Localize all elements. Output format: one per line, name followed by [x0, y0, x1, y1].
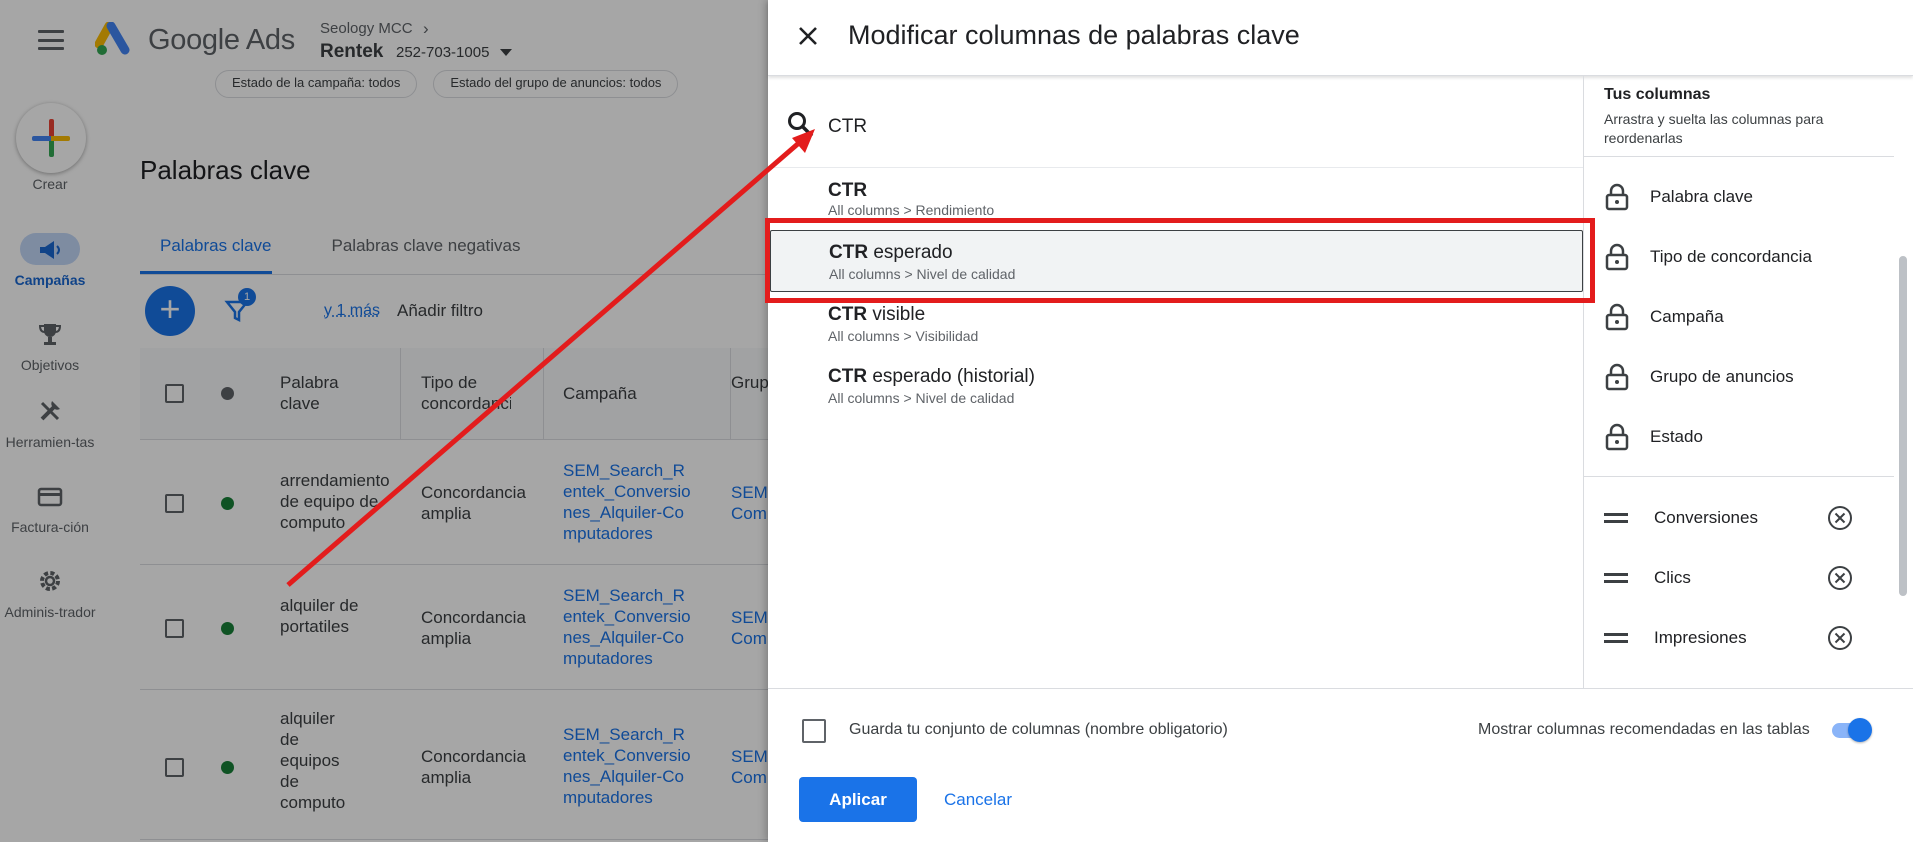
column-search: [768, 80, 1583, 168]
drag-handle-icon[interactable]: [1604, 513, 1628, 523]
remove-circle-icon[interactable]: [1827, 565, 1853, 591]
recommended-columns-label: Mostrar columnas recomendadas en las tab…: [1478, 721, 1810, 738]
cancel-button[interactable]: Cancelar: [932, 777, 1024, 822]
movable-column-item[interactable]: Impresiones: [1584, 608, 1894, 668]
modify-columns-dialog: Modificar columnas de palabras clave CTR…: [768, 0, 1913, 842]
movable-column-item[interactable]: Clics: [1584, 548, 1894, 608]
locked-column-item: Campaña: [1584, 287, 1894, 347]
modal-scrim[interactable]: [0, 0, 768, 842]
dialog-header: Modificar columnas de palabras clave: [768, 0, 1913, 76]
result-path: All columns > Rendimiento: [828, 202, 995, 216]
search-input[interactable]: [828, 110, 1528, 144]
result-path: All columns > Visibilidad: [828, 328, 979, 344]
recommended-columns-toggle[interactable]: [1828, 717, 1872, 743]
your-columns-subtitle: Arrastra y suelta las columnas para reor…: [1604, 111, 1824, 146]
result-item-ctr-esperado-historial[interactable]: CTR esperado (historial) All columns > N…: [768, 354, 1583, 416]
save-column-set-label: Guarda tu conjunto de columnas (nombre o…: [849, 721, 1228, 738]
lock-icon: [1605, 183, 1629, 211]
result-path: All columns > Nivel de calidad: [828, 390, 1015, 406]
drag-handle-icon[interactable]: [1604, 573, 1628, 583]
result-item-ctr[interactable]: CTR All columns > Rendimiento: [768, 168, 1583, 230]
locked-column-item: Palabra clave: [1584, 167, 1894, 227]
save-column-set-checkbox[interactable]: [802, 719, 826, 743]
search-icon: [788, 112, 814, 138]
locked-column-item: Estado: [1584, 407, 1894, 467]
lock-icon: [1605, 363, 1629, 391]
your-columns-title: Tus columnas: [1604, 86, 1711, 103]
remove-circle-icon[interactable]: [1827, 625, 1853, 651]
locked-column-item: Tipo de concordancia: [1584, 227, 1894, 287]
panel-scrollbar[interactable]: [1897, 181, 1907, 596]
result-item-ctr-esperado[interactable]: CTR esperado All columns > Nivel de cali…: [770, 230, 1583, 292]
remove-circle-icon[interactable]: [1827, 505, 1853, 531]
lock-icon: [1605, 303, 1629, 331]
lock-icon: [1605, 243, 1629, 271]
your-columns-panel: Tus columnas Arrastra y suelta las colum…: [1583, 76, 1913, 688]
drag-handle-icon[interactable]: [1604, 633, 1628, 643]
dialog-title: Modificar columnas de palabras clave: [848, 20, 1300, 50]
result-item-ctr-visible[interactable]: CTR visible All columns > Visibilidad: [768, 292, 1583, 354]
result-path: All columns > Nivel de calidad: [829, 266, 1016, 282]
close-icon[interactable]: [796, 24, 820, 48]
locked-column-item: Grupo de anuncios: [1584, 347, 1894, 407]
apply-button[interactable]: Aplicar: [799, 777, 917, 822]
movable-column-item[interactable]: Conversiones: [1584, 488, 1894, 548]
dialog-footer: Guarda tu conjunto de columnas (nombre o…: [768, 688, 1913, 842]
lock-icon: [1605, 423, 1629, 451]
